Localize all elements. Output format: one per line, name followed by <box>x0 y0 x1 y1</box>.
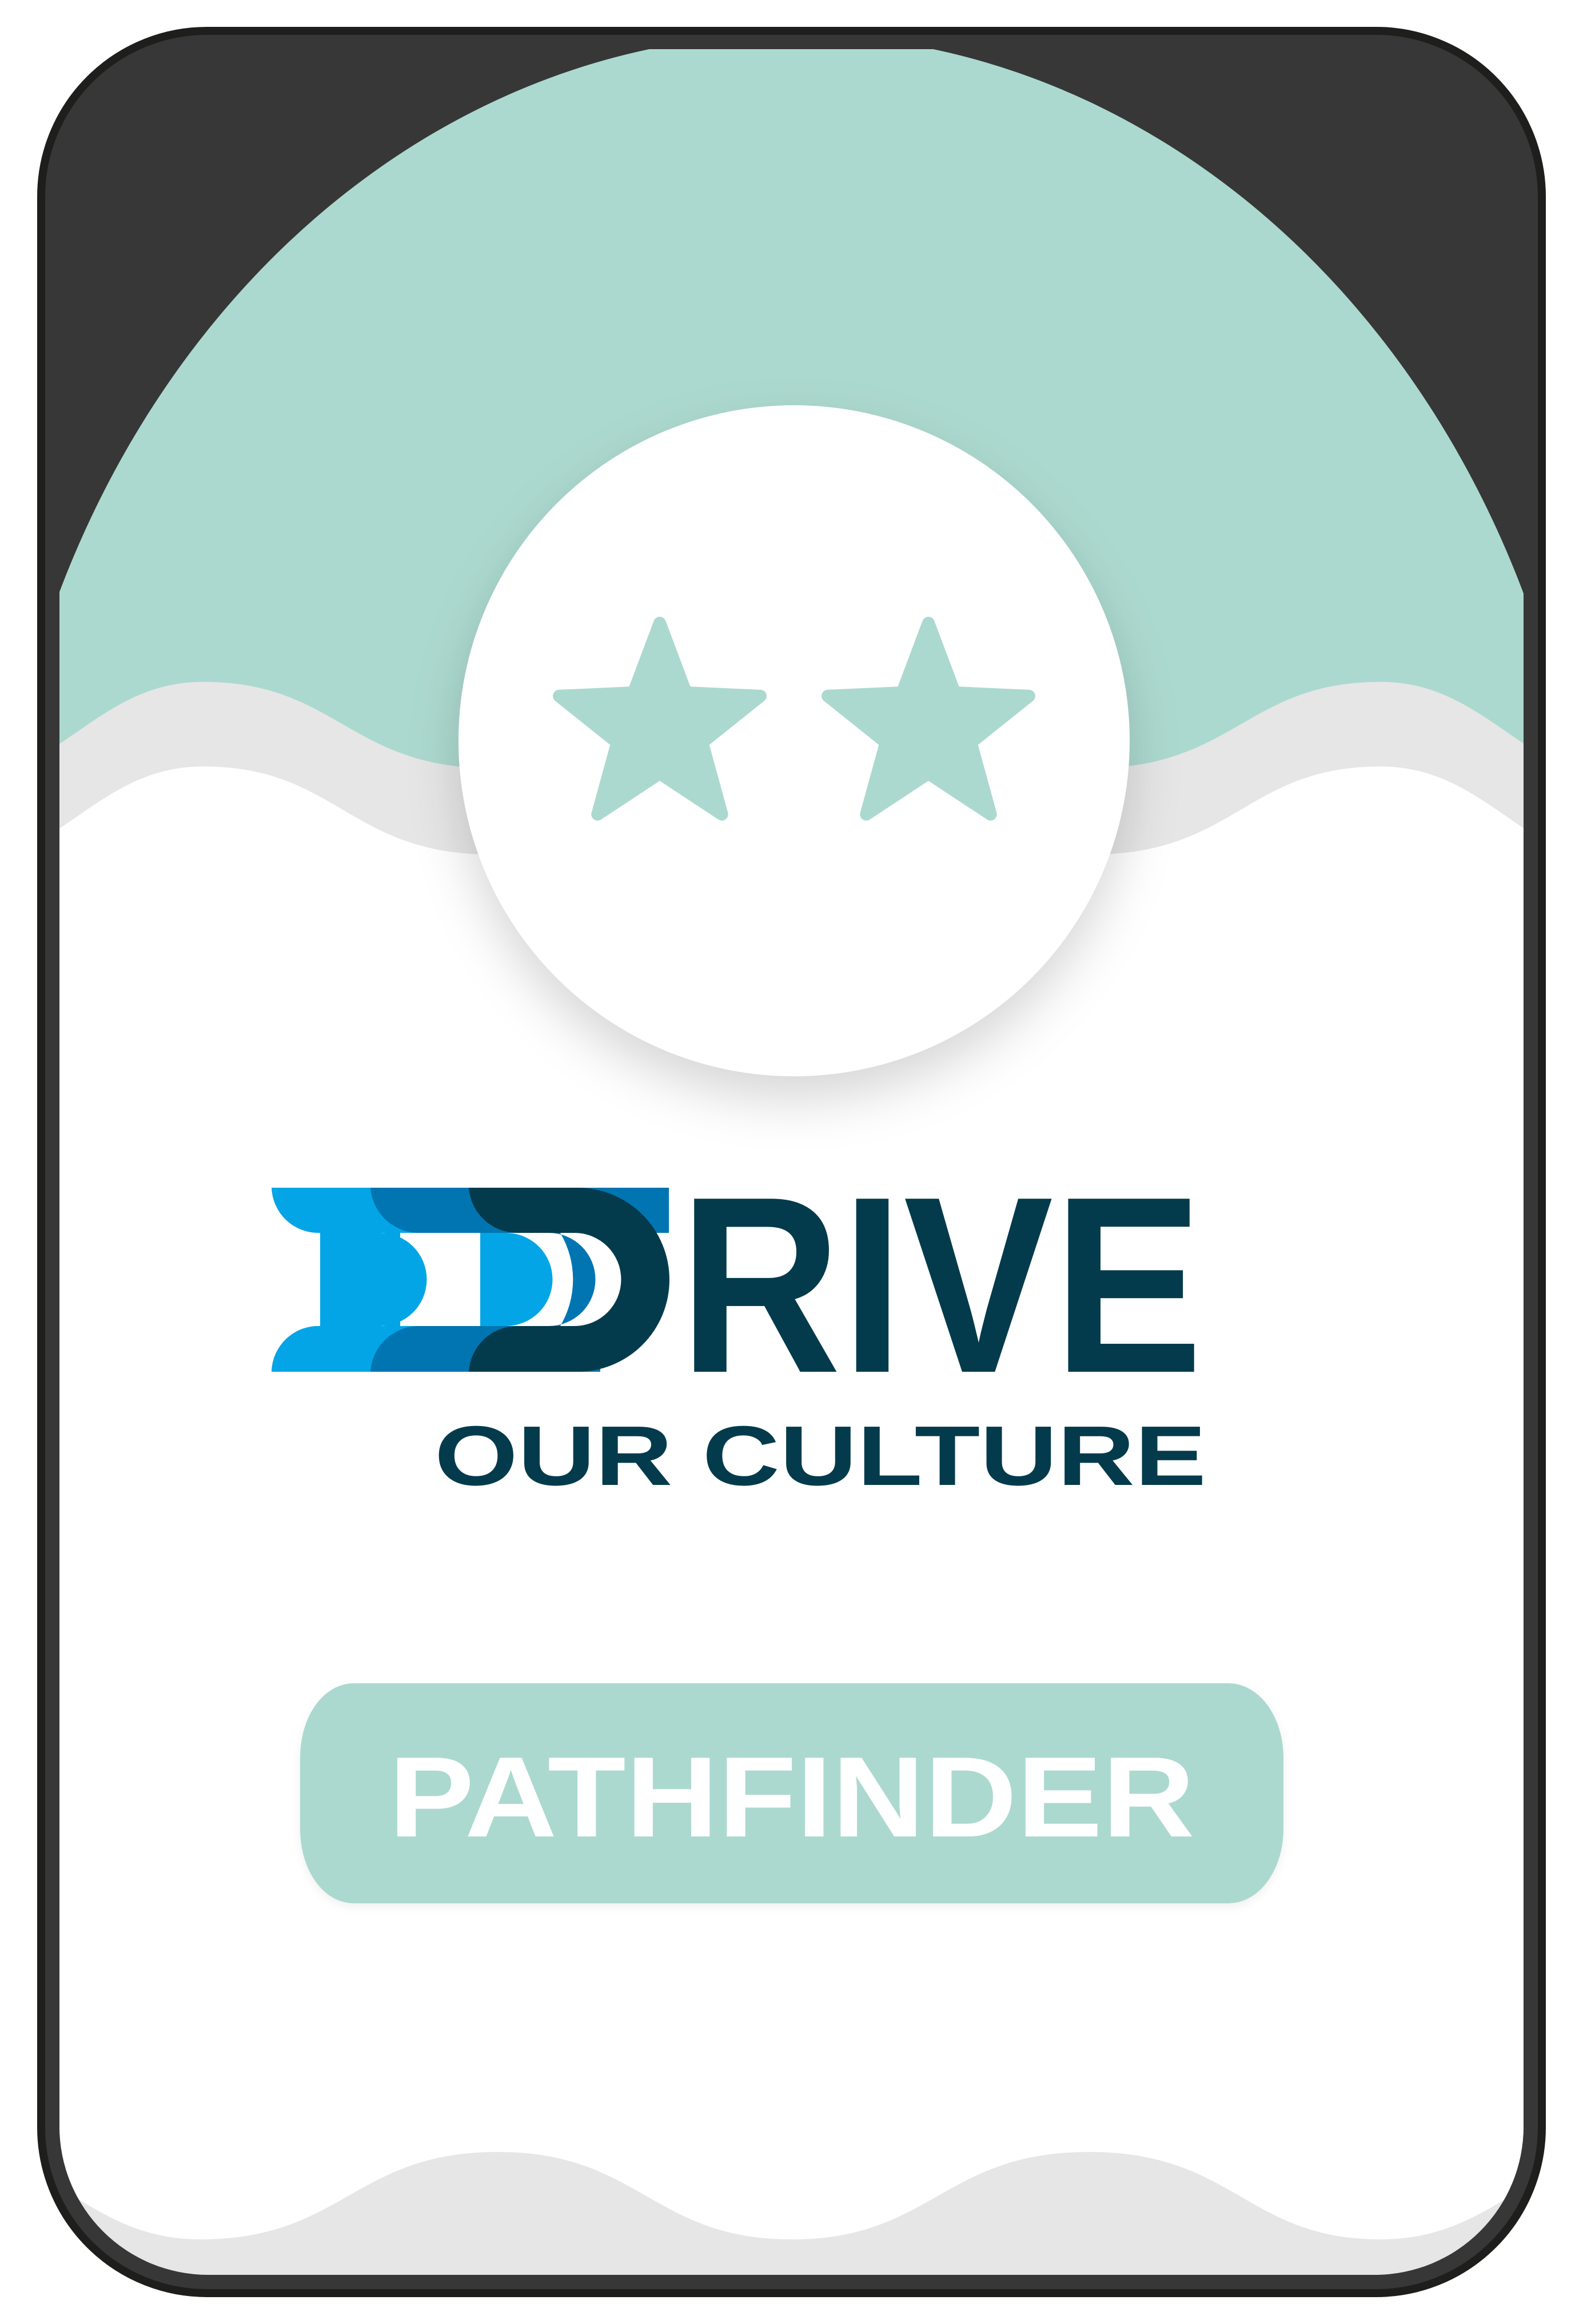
badge-card-graphic: RIVE OUR CULTURE PATHFINDER <box>37 27 1546 2297</box>
badge-card: RIVE OUR CULTURE PATHFINDER <box>0 0 1583 2324</box>
star-medallion <box>458 405 1130 1076</box>
level-label: PATHFINDER <box>389 1734 1195 1861</box>
logo-tagline: OUR CULTURE <box>434 1409 1206 1503</box>
logo-word: RIVE <box>679 1145 1203 1425</box>
level-pill: PATHFINDER <box>300 1683 1283 1903</box>
